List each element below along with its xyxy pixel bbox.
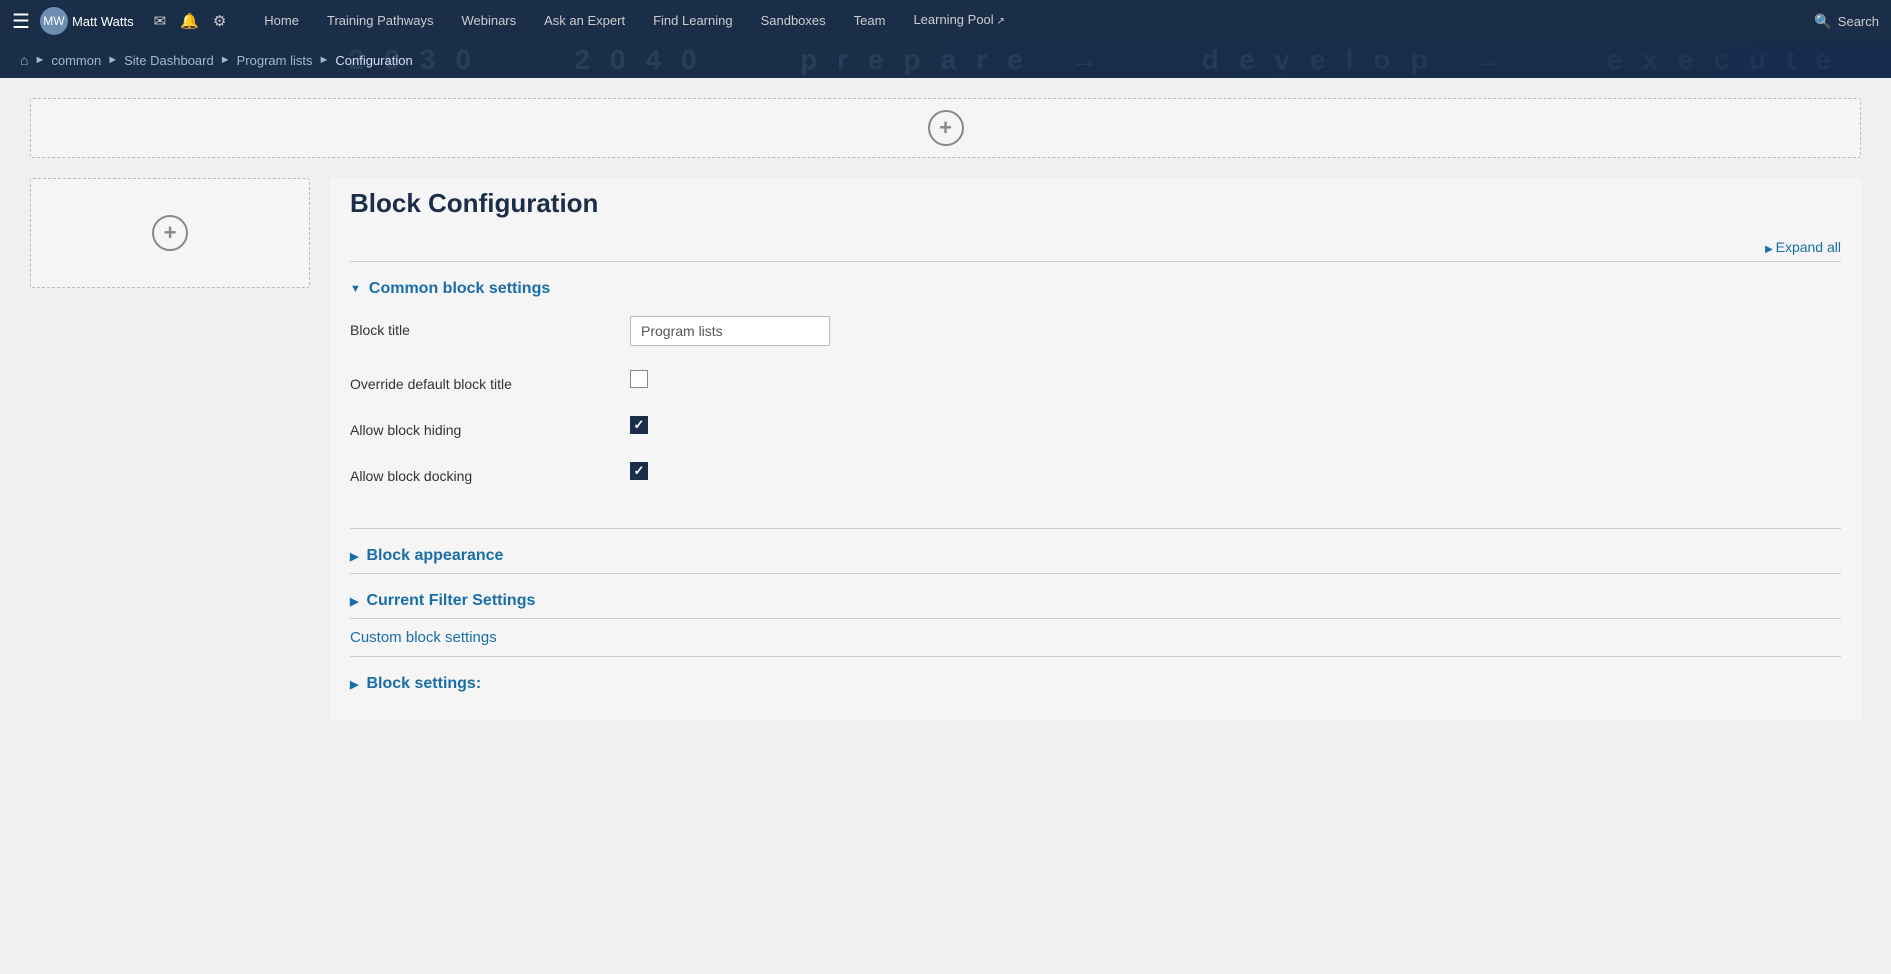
section-filter-header[interactable]: Current Filter Settings <box>350 584 1841 618</box>
page-title: Block Configuration <box>350 188 1841 219</box>
nav-link-learning-pool[interactable]: Learning Pool <box>899 0 1018 43</box>
control-docking[interactable] <box>630 462 648 480</box>
hamburger-icon[interactable]: ☰ <box>12 9 30 34</box>
bell-icon[interactable]: 🔔 <box>180 12 199 30</box>
breadcrumb-current: Configuration <box>335 53 412 68</box>
label-hiding: Allow block hiding <box>350 416 610 438</box>
section-appearance: Block appearance <box>350 528 1841 573</box>
section-appearance-label: Block appearance <box>366 547 503 565</box>
breadcrumb-bar: ⌂ ► common ► Site Dashboard ► Program li… <box>0 42 1891 78</box>
home-icon[interactable]: ⌂ <box>20 52 28 68</box>
section-common-header[interactable]: Common block settings <box>350 272 1841 306</box>
nav-link-ask[interactable]: Ask an Expert <box>530 0 639 42</box>
section-common-label: Common block settings <box>369 280 550 298</box>
nav-link-find[interactable]: Find Learning <box>639 0 747 42</box>
breadcrumb-sep-1: ► <box>107 54 118 66</box>
section-common-body: Block title Override default block title <box>350 306 1841 528</box>
username: Matt Watts <box>72 14 134 29</box>
nav-links: Home Training Pathways Webinars Ask an E… <box>250 0 1814 43</box>
nav-link-home[interactable]: Home <box>250 0 313 42</box>
control-block-title[interactable] <box>630 316 830 346</box>
section-appearance-header[interactable]: Block appearance <box>350 539 1841 573</box>
breadcrumb-sep-3: ► <box>318 54 329 66</box>
add-block-side-icon[interactable]: + <box>152 215 188 251</box>
nav-link-webinars[interactable]: Webinars <box>447 0 530 42</box>
breadcrumb-bg-text: 2030 2040 prepare → develop → execute <box>349 44 1851 76</box>
override-checkbox[interactable] <box>630 370 648 388</box>
nav-icons: ✉ 🔔 ⚙ <box>154 12 227 30</box>
form-row-override: Override default block title <box>350 370 1841 392</box>
section-block-settings-header[interactable]: Block settings: <box>350 667 1841 701</box>
breadcrumb-sep-2: ► <box>220 54 231 66</box>
avatar: MW <box>40 7 68 35</box>
search-button[interactable]: 🔍 Search <box>1814 13 1879 30</box>
block-title-input[interactable] <box>630 316 830 346</box>
block-config-panel: Block Configuration Expand all Common bl… <box>330 178 1861 721</box>
add-block-top-icon[interactable]: + <box>928 110 964 146</box>
expand-all-row: Expand all <box>350 239 1841 255</box>
label-override: Override default block title <box>350 370 610 392</box>
expand-all-link[interactable]: Expand all <box>1765 239 1841 255</box>
mail-icon[interactable]: ✉ <box>154 12 167 30</box>
label-block-title: Block title <box>350 316 610 338</box>
two-col-layout: + Block Configuration Expand all Common … <box>30 178 1861 721</box>
search-icon: 🔍 <box>1814 13 1831 30</box>
control-hiding[interactable] <box>630 416 648 434</box>
section-common: Common block settings Block title Overri… <box>350 261 1841 528</box>
main-content: + + Block Configuration Expand all Commo… <box>0 78 1891 974</box>
custom-block-settings-label[interactable]: Custom block settings <box>350 618 1841 656</box>
section-filter-label: Current Filter Settings <box>366 592 535 610</box>
section-filter: Current Filter Settings <box>350 573 1841 618</box>
breadcrumb-my-rl[interactable]: common <box>51 53 101 68</box>
label-docking: Allow block docking <box>350 462 610 484</box>
top-nav: ☰ MW Matt Watts ✉ 🔔 ⚙ Home Training Path… <box>0 0 1891 42</box>
nav-link-sandboxes[interactable]: Sandboxes <box>747 0 840 42</box>
form-row-docking: Allow block docking <box>350 462 1841 484</box>
breadcrumb-sep-0: ► <box>34 54 45 66</box>
nav-link-team[interactable]: Team <box>840 0 900 42</box>
hiding-checkbox[interactable] <box>630 416 648 434</box>
breadcrumb-program-lists[interactable]: Program lists <box>237 53 313 68</box>
section-block-settings-label: Block settings: <box>366 675 481 693</box>
docking-checkbox[interactable] <box>630 462 648 480</box>
gear-icon[interactable]: ⚙ <box>213 12 226 30</box>
form-row-hiding: Allow block hiding <box>350 416 1841 438</box>
add-block-top[interactable]: + <box>30 98 1861 158</box>
add-block-side[interactable]: + <box>30 178 310 288</box>
breadcrumb-site-dashboard[interactable]: Site Dashboard <box>124 53 214 68</box>
nav-link-training[interactable]: Training Pathways <box>313 0 447 42</box>
section-block-settings: Block settings: <box>350 656 1841 701</box>
form-row-block-title: Block title <box>350 316 1841 346</box>
control-override[interactable] <box>630 370 648 388</box>
search-label: Search <box>1838 14 1879 29</box>
